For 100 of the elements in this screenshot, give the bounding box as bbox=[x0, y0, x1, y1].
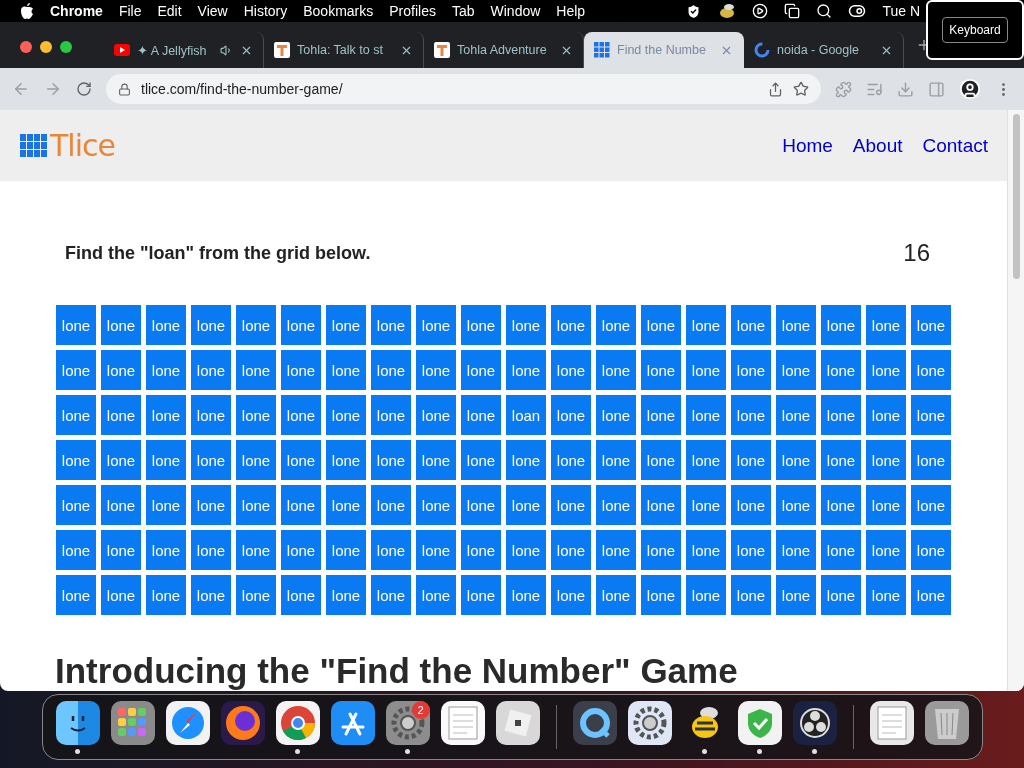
word-tile[interactable]: lone bbox=[371, 530, 411, 570]
toggle-icon[interactable] bbox=[848, 2, 867, 20]
word-tile[interactable]: lone bbox=[551, 440, 591, 480]
word-tile[interactable]: lone bbox=[641, 440, 681, 480]
word-tile[interactable]: lone bbox=[686, 440, 726, 480]
profile-icon[interactable] bbox=[959, 78, 981, 100]
browser-tab[interactable]: Find the Numbe bbox=[584, 32, 744, 68]
word-tile[interactable]: lone bbox=[911, 530, 951, 570]
word-tile[interactable]: lone bbox=[821, 395, 861, 435]
word-tile[interactable]: lone bbox=[236, 530, 276, 570]
trash-icon[interactable] bbox=[924, 700, 969, 745]
word-tile[interactable]: lone bbox=[596, 530, 636, 570]
word-tile[interactable]: lone bbox=[101, 530, 141, 570]
word-tile[interactable]: lone bbox=[551, 350, 591, 390]
share-icon[interactable] bbox=[768, 81, 783, 97]
word-tile[interactable]: lone bbox=[596, 575, 636, 615]
word-tile[interactable]: lone bbox=[146, 395, 186, 435]
word-tile[interactable]: lone bbox=[506, 575, 546, 615]
word-tile[interactable]: lone bbox=[821, 305, 861, 345]
word-tile[interactable]: lone bbox=[461, 530, 501, 570]
word-tile[interactable]: lone bbox=[461, 575, 501, 615]
word-tile[interactable]: lone bbox=[731, 530, 771, 570]
word-tile[interactable]: lone bbox=[776, 530, 816, 570]
chrome-icon[interactable] bbox=[275, 700, 320, 745]
word-tile[interactable]: lone bbox=[911, 485, 951, 525]
word-tile[interactable]: lone bbox=[596, 305, 636, 345]
word-tile[interactable]: lone bbox=[506, 305, 546, 345]
word-tile[interactable]: lone bbox=[821, 485, 861, 525]
word-tile[interactable]: lone bbox=[371, 440, 411, 480]
word-tile[interactable]: lone bbox=[281, 530, 321, 570]
word-tile[interactable]: lone bbox=[551, 530, 591, 570]
word-tile[interactable]: lone bbox=[731, 350, 771, 390]
word-tile[interactable]: lone bbox=[56, 485, 96, 525]
word-tile[interactable]: lone bbox=[731, 305, 771, 345]
word-tile[interactable]: lone bbox=[371, 575, 411, 615]
word-tile[interactable]: lone bbox=[371, 485, 411, 525]
word-tile[interactable]: lone bbox=[731, 575, 771, 615]
word-tile[interactable]: lone bbox=[326, 530, 366, 570]
word-tile[interactable]: lone bbox=[776, 350, 816, 390]
word-tile[interactable]: lone bbox=[866, 485, 906, 525]
word-tile[interactable]: lone bbox=[236, 350, 276, 390]
word-tile[interactable]: lone bbox=[416, 530, 456, 570]
reload-icon[interactable] bbox=[76, 81, 92, 97]
word-tile[interactable]: lone bbox=[686, 350, 726, 390]
notepad-icon[interactable] bbox=[869, 700, 914, 745]
menu-item[interactable]: Profiles bbox=[389, 3, 436, 19]
word-tile[interactable]: lone bbox=[416, 395, 456, 435]
word-tile[interactable]: lone bbox=[146, 305, 186, 345]
word-tile[interactable]: lone bbox=[866, 575, 906, 615]
word-tile[interactable]: lone bbox=[326, 440, 366, 480]
word-tile[interactable]: lone bbox=[56, 575, 96, 615]
q-icon[interactable] bbox=[572, 700, 617, 745]
word-tile[interactable]: lone bbox=[911, 575, 951, 615]
search-icon[interactable] bbox=[816, 3, 833, 19]
word-tile[interactable]: lone bbox=[776, 575, 816, 615]
word-tile[interactable]: lone bbox=[461, 350, 501, 390]
keyboard-button[interactable]: Keyboard bbox=[942, 17, 1008, 43]
word-tile[interactable]: lone bbox=[821, 575, 861, 615]
word-tile[interactable]: lone bbox=[641, 305, 681, 345]
word-tile[interactable]: lone bbox=[641, 350, 681, 390]
word-tile[interactable]: lone bbox=[461, 305, 501, 345]
word-tile[interactable]: lone bbox=[506, 350, 546, 390]
word-tile[interactable]: lone bbox=[101, 305, 141, 345]
scroll-thumb[interactable] bbox=[1012, 114, 1020, 279]
play-icon[interactable] bbox=[752, 3, 769, 19]
word-tile[interactable]: loan bbox=[506, 395, 546, 435]
word-tile[interactable]: lone bbox=[731, 485, 771, 525]
word-tile[interactable]: lone bbox=[596, 485, 636, 525]
address-bar[interactable]: tlice.com/find-the-number-game/ bbox=[106, 74, 821, 104]
word-tile[interactable]: lone bbox=[821, 530, 861, 570]
word-tile[interactable]: lone bbox=[866, 440, 906, 480]
word-tile[interactable]: lone bbox=[281, 485, 321, 525]
word-tile[interactable]: lone bbox=[821, 350, 861, 390]
word-tile[interactable]: lone bbox=[191, 440, 231, 480]
word-tile[interactable]: lone bbox=[641, 395, 681, 435]
word-tile[interactable]: lone bbox=[191, 485, 231, 525]
close-light[interactable] bbox=[20, 41, 32, 53]
word-tile[interactable]: lone bbox=[596, 395, 636, 435]
nav-link[interactable]: About bbox=[852, 134, 903, 157]
compass-icon[interactable] bbox=[165, 700, 210, 745]
word-tile[interactable]: lone bbox=[191, 530, 231, 570]
scrollbar[interactable] bbox=[1007, 110, 1024, 691]
menu-item[interactable]: View bbox=[197, 3, 228, 19]
word-tile[interactable]: lone bbox=[56, 440, 96, 480]
word-tile[interactable]: lone bbox=[551, 395, 591, 435]
word-tile[interactable]: lone bbox=[416, 485, 456, 525]
word-tile[interactable]: lone bbox=[686, 530, 726, 570]
windows-icon[interactable] bbox=[784, 3, 801, 19]
word-tile[interactable]: lone bbox=[551, 485, 591, 525]
word-tile[interactable]: lone bbox=[281, 350, 321, 390]
word-tile[interactable]: lone bbox=[641, 485, 681, 525]
word-tile[interactable]: lone bbox=[146, 440, 186, 480]
word-tile[interactable]: lone bbox=[281, 440, 321, 480]
menu-item[interactable]: Edit bbox=[157, 3, 182, 19]
fox-icon[interactable] bbox=[220, 700, 265, 745]
star-icon[interactable] bbox=[793, 81, 809, 97]
gear-icon[interactable]: 2 bbox=[385, 700, 430, 745]
word-tile[interactable]: lone bbox=[101, 350, 141, 390]
word-tile[interactable]: lone bbox=[101, 395, 141, 435]
aperture-icon[interactable] bbox=[792, 700, 837, 745]
